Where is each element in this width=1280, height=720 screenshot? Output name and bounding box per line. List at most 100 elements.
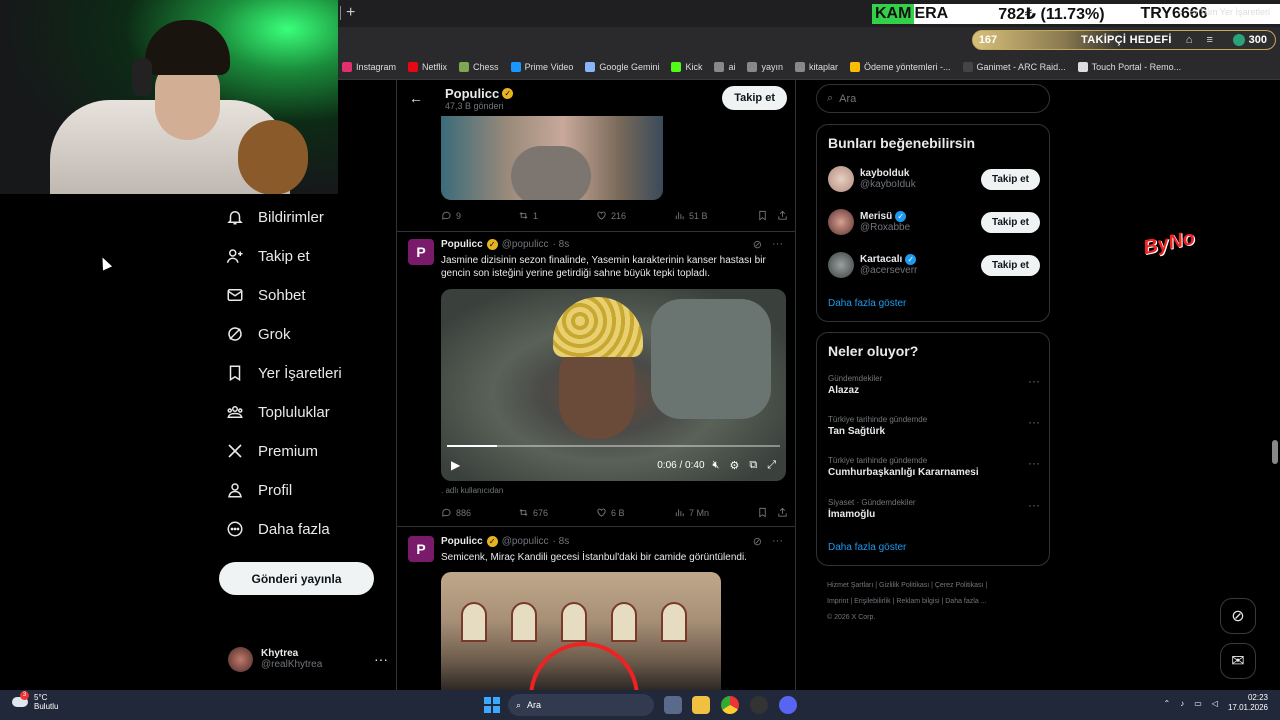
bookmark-item[interactable]: yayın <box>747 61 783 72</box>
suggestion-row[interactable]: Kartacalı ✓ @acerseverr Takip et <box>828 252 1040 278</box>
bookmark-item[interactable]: Prime Video <box>510 61 573 72</box>
nav-follow[interactable]: Takip et <box>226 247 310 265</box>
suggestion-row[interactable]: Merisü ✓ @Roxabbe Takip et <box>828 209 1040 235</box>
network-icon[interactable]: ▭ <box>1194 699 1202 708</box>
page-scrollbar[interactable] <box>1272 440 1278 464</box>
follow-profile-button[interactable]: Takip et <box>722 86 787 110</box>
bookmarks-overflow-icon[interactable]: » <box>1178 7 1183 18</box>
messages-float-button[interactable]: ✉ <box>1220 643 1256 679</box>
nav-more[interactable]: Daha fazla <box>226 520 330 538</box>
tweet-more-icon[interactable]: ··· <box>772 535 783 548</box>
mute-icon[interactable]: 🔇︎ <box>713 459 720 472</box>
views-button[interactable]: 51 B <box>674 210 757 221</box>
avatar[interactable]: P <box>408 536 434 562</box>
grok-explain-icon[interactable]: ⊘ <box>753 238 762 251</box>
follow-button[interactable]: Takip et <box>980 168 1040 190</box>
all-bookmarks-folder[interactable]: ▭ Tüm Yer İşaretleri <box>1189 7 1270 18</box>
tweet-author-handle[interactable]: @populicc <box>502 239 549 250</box>
pip-icon[interactable]: ⧉ <box>749 459 757 472</box>
microphone-icon[interactable]: ♪ <box>1180 699 1184 708</box>
show-more-link[interactable]: Daha fazla göster <box>828 542 906 553</box>
account-menu-icon[interactable]: ··· <box>374 651 388 667</box>
trend-item[interactable]: Türkiye tarihinde gündemde Cumhurbaşkanl… <box>828 456 1040 478</box>
windows-start-icon[interactable] <box>484 697 500 713</box>
back-arrow-icon[interactable]: ← <box>409 90 423 106</box>
bookmark-item[interactable]: kitaplar <box>795 61 839 72</box>
taskbar-search[interactable]: ⌕ Ara <box>508 694 654 716</box>
task-view-icon[interactable] <box>664 696 682 714</box>
nav-more-label: Daha fazla <box>258 520 330 538</box>
share-button[interactable] <box>777 210 788 221</box>
bookmark-item[interactable]: Instagram <box>342 61 396 72</box>
volume-icon[interactable]: ◁ <box>1212 699 1218 708</box>
account-switcher[interactable]: Khytrea @realKhytrea ··· <box>228 644 388 674</box>
bookmark-label: kitaplar <box>809 61 839 72</box>
clock[interactable]: 02:23 17.01.2026 <box>1228 693 1268 713</box>
discord-icon[interactable] <box>779 696 797 714</box>
share-button[interactable] <box>777 507 788 518</box>
footer-line[interactable]: Hizmet Şartları | Gizlilik Politikası | … <box>827 578 1047 594</box>
file-explorer-icon[interactable] <box>692 696 710 714</box>
trend-item[interactable]: Türkiye tarihinde gündemde Tan Sağtürk ·… <box>828 415 1040 437</box>
views-button[interactable]: 7 Mn <box>674 507 757 518</box>
bookmark-item[interactable]: Touch Portal - Remo... <box>1077 61 1181 72</box>
nav-chat[interactable]: Sohbet <box>226 286 306 304</box>
bookmark-item[interactable]: Kick <box>671 61 702 72</box>
chrome-icon[interactable] <box>721 696 739 714</box>
avatar[interactable]: P <box>408 239 434 265</box>
tweet-author-name[interactable]: Populicc <box>441 239 483 250</box>
trend-more-icon[interactable]: ··· <box>1028 415 1040 429</box>
suggestion-row[interactable]: kaybolduk @kayboIduk Takip et <box>828 166 1040 192</box>
play-icon[interactable]: ▶ <box>451 458 460 472</box>
nav-premium[interactable]: Premium <box>226 442 318 460</box>
obs-icon[interactable] <box>750 696 768 714</box>
bookmark-item[interactable]: ai <box>714 61 735 72</box>
settings-icon[interactable]: ⚙ <box>729 459 739 472</box>
bookmark-button[interactable] <box>757 210 777 221</box>
like-button[interactable]: 6 B <box>596 507 674 518</box>
trend-more-icon[interactable]: ··· <box>1028 374 1040 388</box>
bookmark-item[interactable]: Google Gemini <box>585 61 659 72</box>
trend-item[interactable]: Siyaset · Gündemdekiler İmamoğlu ··· <box>828 498 1040 520</box>
like-button[interactable]: 216 <box>596 210 674 221</box>
tweet-image[interactable] <box>441 572 721 690</box>
trend-item[interactable]: Gündemdekiler Alazaz ··· <box>828 374 1040 396</box>
nav-profile[interactable]: Profil <box>226 481 292 499</box>
tweet-time[interactable]: · 8s <box>553 536 570 547</box>
footer-line[interactable]: Imprint | Erişilebilirlik | Reklam bilgi… <box>827 594 1047 610</box>
reply-button[interactable]: 9 <box>441 210 518 221</box>
video-player[interactable]: ▶ 0:06 / 0:40 🔇︎ ⚙ ⧉ ⤢ <box>441 289 786 481</box>
weather-widget[interactable]: 3 5°C Bulutlu <box>12 691 58 711</box>
follow-button[interactable]: Takip et <box>980 254 1040 276</box>
new-tab-button[interactable]: + <box>346 4 355 22</box>
bookmark-item[interactable]: Ganimet - ARC Raid... <box>962 61 1066 72</box>
fullscreen-icon[interactable]: ⤢ <box>767 459 776 472</box>
repost-button[interactable]: 676 <box>518 507 596 518</box>
tweet-more-icon[interactable]: ··· <box>772 238 783 251</box>
grok-explain-icon[interactable]: ⊘ <box>753 535 762 548</box>
bookmark-item[interactable]: Ödeme yöntemleri -... <box>850 61 951 72</box>
post-button[interactable]: Gönderi yayınla <box>219 562 374 595</box>
nav-bookmarks[interactable]: Yer İşaretleri <box>226 364 342 382</box>
search-input[interactable]: ⌕ Ara <box>816 84 1050 113</box>
video-source[interactable]: . adlı kullanıcıdan <box>441 486 503 495</box>
video-progress-bar[interactable] <box>447 445 780 447</box>
nav-grok[interactable]: Grok <box>226 325 291 343</box>
show-more-link[interactable]: Daha fazla göster <box>828 298 906 309</box>
repost-button[interactable]: 1 <box>518 210 596 221</box>
tweet-author-handle[interactable]: @populicc <box>502 536 549 547</box>
follow-button[interactable]: Takip et <box>980 211 1040 233</box>
tweet-time[interactable]: · 8s <box>553 239 570 250</box>
tweet-image[interactable] <box>441 116 663 200</box>
nav-communities[interactable]: Topluluklar <box>226 403 330 421</box>
trend-more-icon[interactable]: ··· <box>1028 498 1040 512</box>
bookmark-item[interactable]: Netflix <box>408 61 447 72</box>
grok-float-button[interactable]: ⊘ <box>1220 598 1256 634</box>
bookmark-button[interactable] <box>757 507 777 518</box>
reply-button[interactable]: 886 <box>441 507 518 518</box>
nav-notifications[interactable]: Bildirimler <box>226 208 324 226</box>
tray-overflow-icon[interactable]: ⌃ <box>1164 699 1171 708</box>
bookmark-item[interactable]: Chess <box>459 61 499 72</box>
tweet-author-name[interactable]: Populicc <box>441 536 483 547</box>
trend-more-icon[interactable]: ··· <box>1028 456 1040 470</box>
